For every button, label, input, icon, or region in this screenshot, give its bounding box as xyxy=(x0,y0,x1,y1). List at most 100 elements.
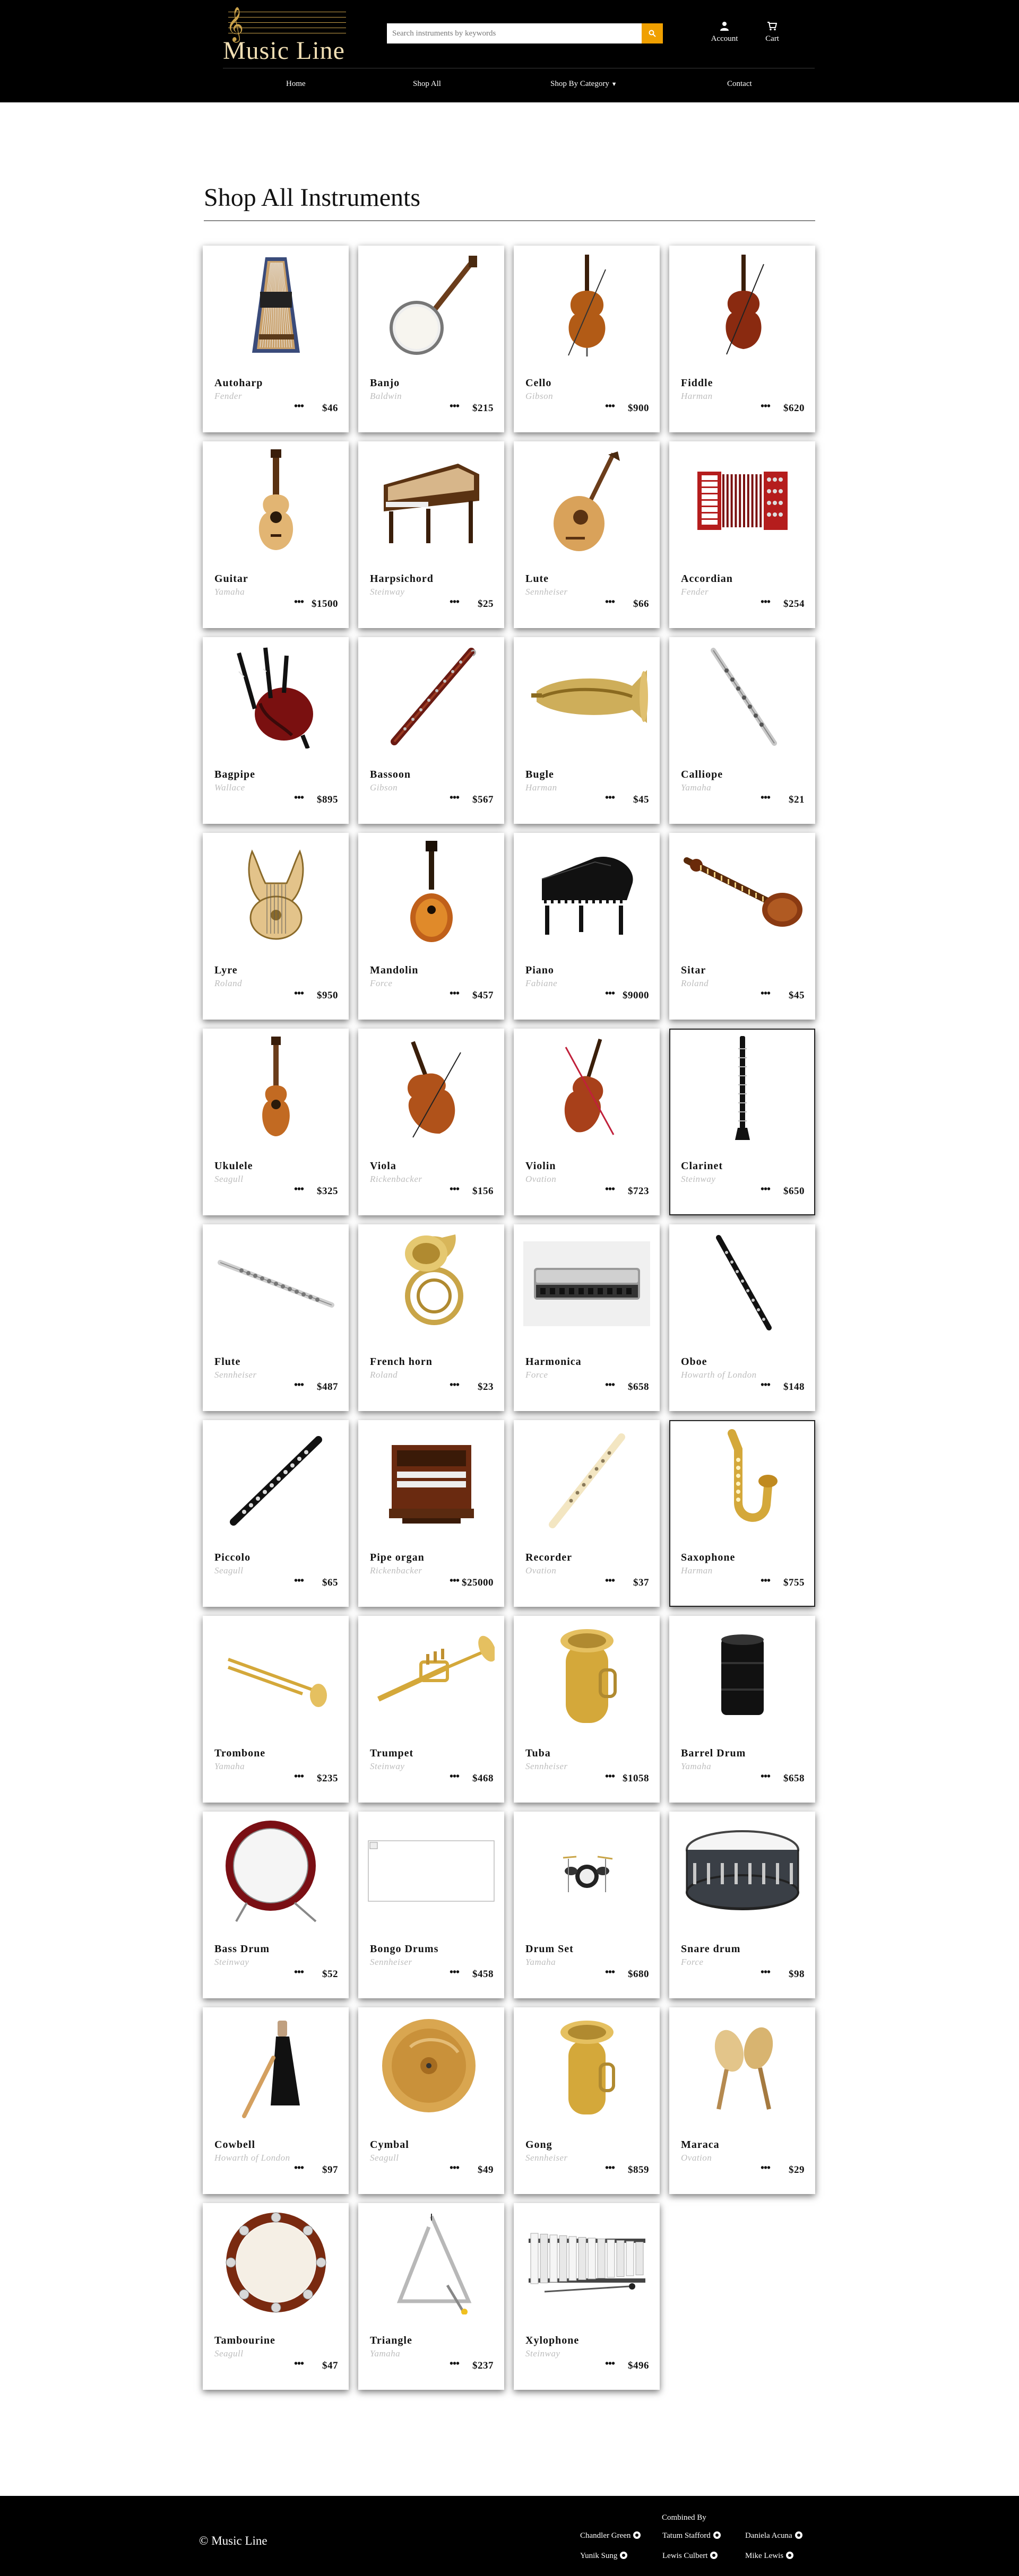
nav-shop-all[interactable]: Shop All xyxy=(413,80,441,89)
more-options-icon[interactable]: ••• xyxy=(761,1379,771,1391)
more-options-icon[interactable]: ••• xyxy=(450,2358,460,2370)
nav-home[interactable]: Home xyxy=(286,80,306,89)
product-card[interactable]: Saxophone Harman ••• $755 xyxy=(669,1420,815,1607)
product-card[interactable]: Trombone Yamaha ••• $235 xyxy=(203,1616,349,1803)
xylophone-image[interactable] xyxy=(523,2209,650,2316)
more-options-icon[interactable]: ••• xyxy=(761,596,771,608)
product-name[interactable]: Tambourine xyxy=(214,2335,275,2347)
trumpet-image[interactable] xyxy=(368,1622,495,1728)
product-card[interactable]: Guitar Yamaha ••• $1500 xyxy=(203,441,349,628)
product-card[interactable]: Xylophone Steinway ••• $496 xyxy=(514,2203,660,2390)
tambourine-image[interactable] xyxy=(212,2209,339,2316)
more-options-icon[interactable]: ••• xyxy=(294,1379,304,1391)
product-card[interactable]: Fiddle Harman ••• $620 xyxy=(669,246,815,432)
french-horn-image[interactable] xyxy=(368,1231,495,1337)
more-options-icon[interactable]: ••• xyxy=(761,792,771,804)
more-options-icon[interactable]: ••• xyxy=(761,1966,771,1979)
product-card[interactable]: Snare drum Force ••• $98 xyxy=(669,1812,815,1998)
trombone-image[interactable] xyxy=(212,1622,339,1728)
product-card[interactable]: Autoharp Fender ••• $46 xyxy=(203,246,349,432)
more-options-icon[interactable]: ••• xyxy=(450,401,460,413)
bugle-image[interactable] xyxy=(523,643,650,750)
product-name[interactable]: Bassoon xyxy=(370,769,411,781)
cello-image[interactable] xyxy=(523,252,650,358)
more-options-icon[interactable]: ••• xyxy=(450,1771,460,1783)
product-name[interactable]: Trombone xyxy=(214,1747,265,1760)
search-input[interactable] xyxy=(387,23,642,43)
product-name[interactable]: Xylophone xyxy=(525,2335,579,2347)
maraca-image[interactable] xyxy=(679,2014,806,2120)
more-options-icon[interactable]: ••• xyxy=(605,1575,615,1587)
product-name[interactable]: Clarinet xyxy=(681,1160,723,1172)
product-name[interactable]: Bagpipe xyxy=(214,769,255,781)
barrel-drum-image[interactable] xyxy=(679,1622,806,1728)
fiddle-image[interactable] xyxy=(679,252,806,358)
search-button[interactable] xyxy=(642,23,663,43)
drum-set-image[interactable] xyxy=(523,1818,650,1924)
more-options-icon[interactable]: ••• xyxy=(294,988,304,1000)
more-options-icon[interactable]: ••• xyxy=(605,2358,615,2370)
product-name[interactable]: Viola xyxy=(370,1160,396,1172)
product-name[interactable]: Mandolin xyxy=(370,964,418,977)
more-options-icon[interactable]: ••• xyxy=(294,2358,304,2370)
accordion-image[interactable] xyxy=(679,448,806,554)
pipe-organ-image[interactable] xyxy=(368,1426,495,1533)
more-options-icon[interactable]: ••• xyxy=(450,1183,460,1196)
more-options-icon[interactable]: ••• xyxy=(294,1183,304,1196)
more-options-icon[interactable]: ••• xyxy=(605,2162,615,2174)
broken-image[interactable] xyxy=(368,1818,495,1924)
product-card[interactable]: Harpsichord Steinway ••• $25 xyxy=(358,441,504,628)
product-name[interactable]: Autoharp xyxy=(214,377,263,389)
product-name[interactable]: Lyre xyxy=(214,964,238,977)
product-name[interactable]: Trumpet xyxy=(370,1747,413,1760)
product-name[interactable]: French horn xyxy=(370,1356,433,1368)
contributor-link[interactable]: Chandler Green xyxy=(580,2531,641,2540)
product-card[interactable]: Maraca Ovation ••• $29 xyxy=(669,2007,815,2194)
more-options-icon[interactable]: ••• xyxy=(761,2162,771,2174)
contributor-link[interactable]: Yunik Sung xyxy=(580,2552,628,2561)
banjo-image[interactable] xyxy=(368,252,495,358)
piano-image[interactable] xyxy=(523,839,650,945)
mandolin-image[interactable] xyxy=(368,839,495,945)
product-card[interactable]: Lyre Roland ••• $950 xyxy=(203,833,349,1020)
more-options-icon[interactable]: ••• xyxy=(450,1575,460,1587)
product-name[interactable]: Tuba xyxy=(525,1747,551,1760)
more-options-icon[interactable]: ••• xyxy=(294,2162,304,2174)
piccolo-image[interactable] xyxy=(212,1426,339,1533)
more-options-icon[interactable]: ••• xyxy=(605,1183,615,1196)
more-options-icon[interactable]: ••• xyxy=(294,792,304,804)
ukulele-image[interactable] xyxy=(212,1035,339,1141)
product-card[interactable]: Harmonica Force ••• $658 xyxy=(514,1224,660,1411)
product-card[interactable]: Bongo Drums Sennheiser ••• $458 xyxy=(358,1812,504,1998)
more-options-icon[interactable]: ••• xyxy=(605,988,615,1000)
snare-drum-image[interactable] xyxy=(679,1818,806,1924)
more-options-icon[interactable]: ••• xyxy=(761,401,771,413)
product-card[interactable]: Barrel Drum Yamaha ••• $658 xyxy=(669,1616,815,1803)
product-name[interactable]: Maraca xyxy=(681,2139,720,2151)
more-options-icon[interactable]: ••• xyxy=(450,792,460,804)
product-card[interactable]: Cowbell Howarth of London ••• $97 xyxy=(203,2007,349,2194)
product-card[interactable]: Bagpipe Wallace ••• $895 xyxy=(203,637,349,824)
more-options-icon[interactable]: ••• xyxy=(450,988,460,1000)
triangle-image[interactable] xyxy=(368,2209,495,2316)
product-name[interactable]: Violin xyxy=(525,1160,556,1172)
more-options-icon[interactable]: ••• xyxy=(605,401,615,413)
more-options-icon[interactable]: ••• xyxy=(294,401,304,413)
calliope-image[interactable] xyxy=(679,643,806,750)
tuba-image[interactable] xyxy=(523,1622,650,1728)
product-card[interactable]: Sitar Roland ••• $45 xyxy=(669,833,815,1020)
product-card[interactable]: Lute Sennheiser ••• $66 xyxy=(514,441,660,628)
guitar-image[interactable] xyxy=(212,448,339,554)
more-options-icon[interactable]: ••• xyxy=(294,1966,304,1979)
product-card[interactable]: Flute Sennheiser ••• $487 xyxy=(203,1224,349,1411)
product-name[interactable]: Harmonica xyxy=(525,1356,582,1368)
gong-image[interactable] xyxy=(523,2014,650,2120)
clarinet-image[interactable] xyxy=(679,1035,806,1141)
cart-link[interactable]: Cart xyxy=(754,21,791,45)
more-options-icon[interactable]: ••• xyxy=(294,1575,304,1587)
product-name[interactable]: Cymbal xyxy=(370,2139,409,2151)
product-name[interactable]: Cello xyxy=(525,377,551,389)
product-name[interactable]: Gong xyxy=(525,2139,552,2151)
product-name[interactable]: Fiddle xyxy=(681,377,713,389)
product-name[interactable]: Recorder xyxy=(525,1552,572,1564)
